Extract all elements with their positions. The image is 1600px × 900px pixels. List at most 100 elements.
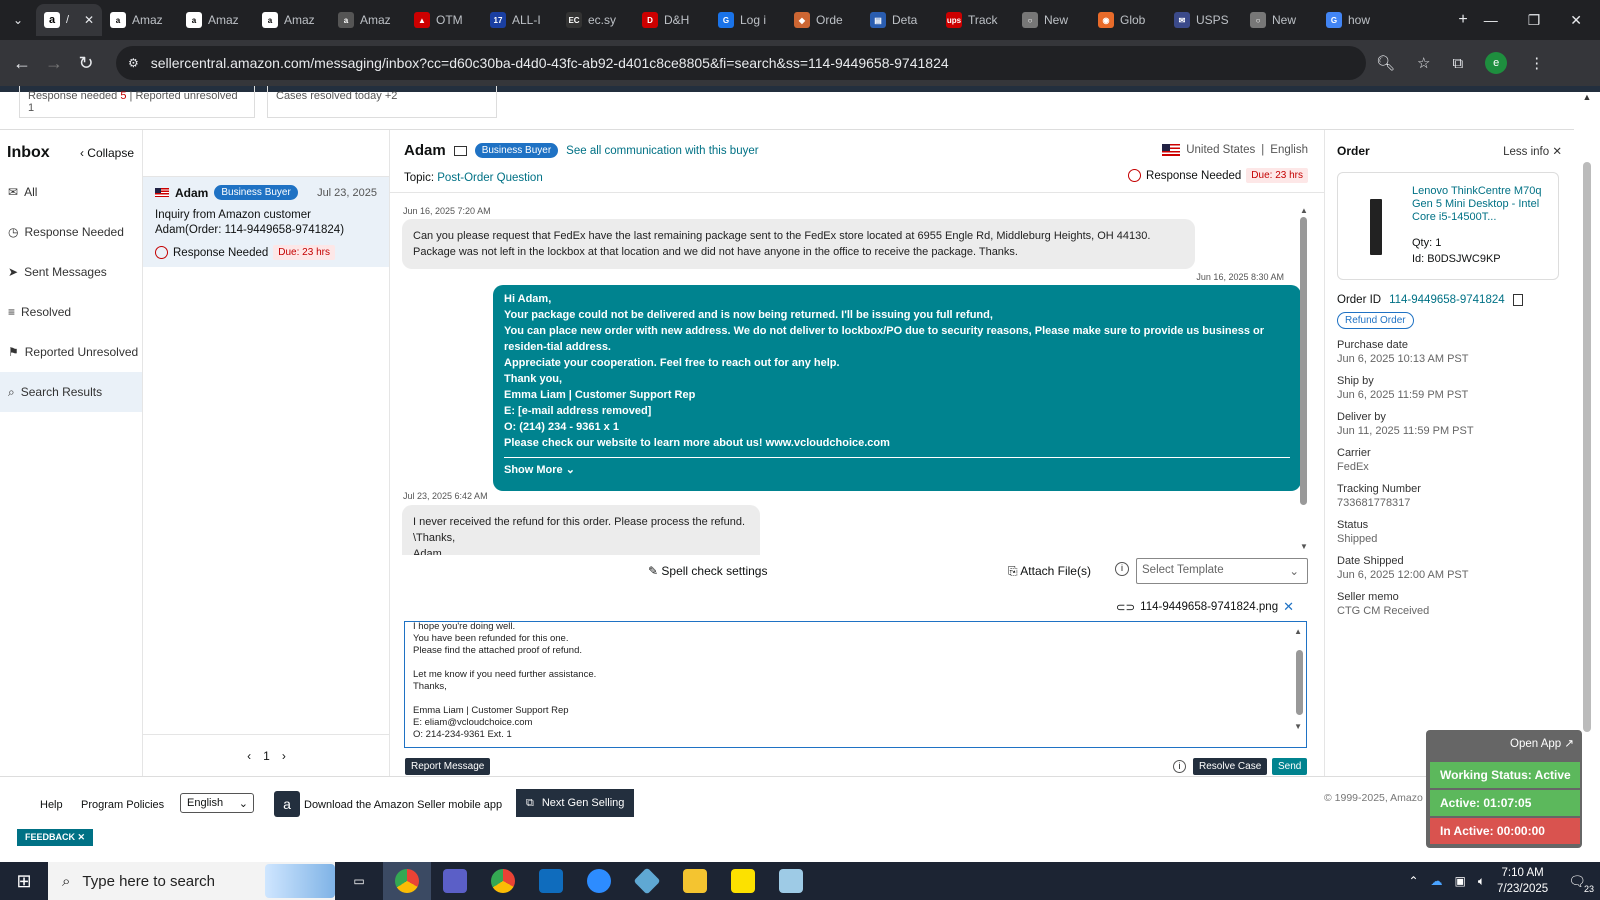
zoom-icon[interactable]: 🔍︎ <box>1376 54 1395 72</box>
browser-tab[interactable]: EC ec.sy <box>558 4 634 36</box>
tab-active[interactable]: a / ✕ <box>36 4 102 36</box>
browser-tab[interactable]: ✉ USPS <box>1166 4 1242 36</box>
browser-tab[interactable]: Ghow <box>1318 4 1394 36</box>
window-close-icon[interactable]: ✕ <box>1570 12 1582 29</box>
order-id-link[interactable]: 114-9449658-9741824 <box>1389 294 1505 306</box>
reload-icon[interactable]: ↻ <box>70 53 102 74</box>
feedback-label: FEEDBACK <box>25 832 76 842</box>
sidebar-item-response-needed[interactable]: ◷ Response Needed <box>0 212 142 252</box>
refund-order-button[interactable]: Refund Order <box>1337 312 1414 329</box>
remove-attachment-icon[interactable]: ✕ <box>1283 599 1294 615</box>
next-page-icon[interactable]: › <box>282 749 286 763</box>
browser-tab[interactable]: ups Track <box>938 4 1014 36</box>
browser-tab[interactable]: 17 ALL-I <box>482 4 558 36</box>
tab-title: New <box>1272 13 1297 27</box>
clock[interactable]: 7:10 AM 7/23/2025 <box>1497 865 1548 897</box>
extensions-icon[interactable]: ⧉ <box>1453 55 1464 72</box>
browser-tab[interactable]: a Amaz <box>254 4 330 36</box>
bookmark-star-icon[interactable]: ☆ <box>1417 54 1430 72</box>
new-tab-button[interactable]: + <box>1442 11 1483 29</box>
browser-tab[interactable]: ○ New <box>1014 4 1090 36</box>
volume-icon[interactable]: 🔈︎ <box>1478 874 1485 889</box>
mobile-app-link[interactable]: Download the Amazon Seller mobile app <box>304 799 502 811</box>
show-more-button[interactable]: Show More ⌄ <box>504 457 1290 478</box>
report-message-button[interactable]: Report Message <box>405 758 491 775</box>
product-title-link[interactable]: Lenovo ThinkCentre M70q Gen 5 Mini Deskt… <box>1412 185 1550 224</box>
notepad-icon[interactable] <box>767 862 815 900</box>
zoom-app-icon[interactable] <box>575 862 623 900</box>
collapse-button[interactable]: ‹ Collapse <box>80 146 134 160</box>
reply-textarea[interactable]: I hope you're doing well. You have been r… <box>404 621 1307 748</box>
messages-scroll-area[interactable]: Jun 16, 2025 7:20 AM Can you please requ… <box>390 194 1324 555</box>
task-view-icon[interactable]: ▭ <box>335 862 383 900</box>
tab-search-icon[interactable]: ⌄ <box>0 13 36 27</box>
info-icon[interactable]: i <box>1173 760 1186 773</box>
open-app-button[interactable]: Open App ↗ <box>1510 736 1574 750</box>
message-line <box>413 657 1298 669</box>
envelope-icon[interactable] <box>453 145 467 156</box>
browser-tab[interactable]: ▲ OTM <box>406 4 482 36</box>
send-button[interactable]: Send <box>1272 758 1308 775</box>
feedback-button[interactable]: FEEDBACK ✕ <box>17 829 94 846</box>
tray-chevron-icon[interactable]: ⌃ <box>1408 874 1418 888</box>
app-diamond-icon[interactable] <box>623 862 671 900</box>
notification-icon[interactable]: 🗨︎ 23 <box>1560 873 1594 894</box>
help-link[interactable]: Help <box>40 799 63 811</box>
mobile-app-icon[interactable]: a <box>274 791 300 817</box>
browser-tab[interactable]: G Log i <box>710 4 786 36</box>
sidebar-item-sent-messages[interactable]: ➤ Sent Messages <box>0 252 142 292</box>
next-gen-selling-button[interactable]: ⧉ Next Gen Selling <box>516 789 634 817</box>
chrome-taskbar-icon[interactable] <box>383 862 431 900</box>
sidebar-item-resolved[interactable]: ≡ Resolved <box>0 292 142 332</box>
message-line: Your package could not be delivered and … <box>504 309 993 321</box>
thread-business-badge: Business Buyer <box>474 143 559 158</box>
sidebar-item-search-results[interactable]: ⌕ Search Results <box>0 372 142 412</box>
program-policies-link[interactable]: Program Policies <box>81 799 164 811</box>
forward-icon[interactable]: → <box>38 53 70 74</box>
profile-avatar[interactable]: e <box>1485 52 1508 74</box>
url-field[interactable]: ⚙ sellercentral.amazon.com/messaging/inb… <box>116 46 1366 80</box>
spell-check-button[interactable]: ✎ Spell check settings <box>648 564 767 578</box>
browser-tab[interactable]: ▤ Deta <box>862 4 938 36</box>
attach-files-button[interactable]: ⎘ Attach File(s) <box>1008 564 1091 579</box>
resolve-case-button[interactable]: Resolve Case <box>1193 758 1268 775</box>
next-gen-label: Next Gen Selling <box>541 797 625 809</box>
browser-tab[interactable]: a Amaz <box>330 4 406 36</box>
browser-tab[interactable]: ○ New <box>1242 4 1318 36</box>
network-icon[interactable]: ▣ <box>1455 874 1466 888</box>
minimize-icon[interactable]: — <box>1484 12 1498 29</box>
file-explorer-icon[interactable] <box>671 862 719 900</box>
onedrive-icon[interactable]: ☁ <box>1431 874 1443 888</box>
browser-tab[interactable]: ◆ Orde <box>786 4 862 36</box>
prev-page-icon[interactable]: ‹ <box>247 749 251 763</box>
copy-icon[interactable] <box>1512 294 1523 306</box>
site-info-icon[interactable]: ⚙ <box>128 56 139 70</box>
less-info-button[interactable]: Less info ✕ <box>1503 144 1562 158</box>
template-select[interactable]: Select Template ⌄ <box>1136 558 1308 584</box>
windows-start-icon[interactable]: ⊞ <box>0 862 48 900</box>
maximize-icon[interactable]: ❐ <box>1528 12 1541 29</box>
taskbar-search-box[interactable]: ⌕ Type here to search <box>48 862 335 900</box>
browser-tab[interactable]: a Amaz <box>178 4 254 36</box>
browser-tab[interactable]: D D&H <box>634 4 710 36</box>
seller-central-page: Response needed 5 | Reported unresolved … <box>0 86 1600 862</box>
sidebar-item-all[interactable]: ✉ All <box>0 172 142 212</box>
sticky-notes-icon[interactable] <box>719 862 767 900</box>
conversation-item[interactable]: Adam Business Buyer Jul 23, 2025 Inquiry… <box>143 177 389 267</box>
language-select[interactable]: English ⌄ <box>180 793 254 813</box>
browser-tab[interactable]: a Amaz <box>102 4 178 36</box>
see-all-communication-link[interactable]: See all communication with this buyer <box>566 145 758 157</box>
info-icon[interactable]: i <box>1115 562 1129 576</box>
close-tab-icon[interactable]: ✕ <box>84 13 94 27</box>
sidebar-item-reported-unresolved[interactable]: ⚑ Reported Unresolved <box>0 332 142 372</box>
outlook-icon[interactable] <box>527 862 575 900</box>
browser-tab[interactable]: ◉ Glob <box>1090 4 1166 36</box>
chrome-profile-icon[interactable] <box>479 862 527 900</box>
order-field-value: 733681778317 <box>1337 497 1411 509</box>
browser-menu-icon[interactable]: ⋮ <box>1529 54 1544 72</box>
back-icon[interactable]: ← <box>6 53 38 74</box>
language: English <box>1270 144 1308 156</box>
teams-icon[interactable] <box>431 862 479 900</box>
messages-scrollbar[interactable]: ▲ ▼ <box>1300 206 1308 551</box>
message-line: \Thanks, <box>413 532 456 544</box>
